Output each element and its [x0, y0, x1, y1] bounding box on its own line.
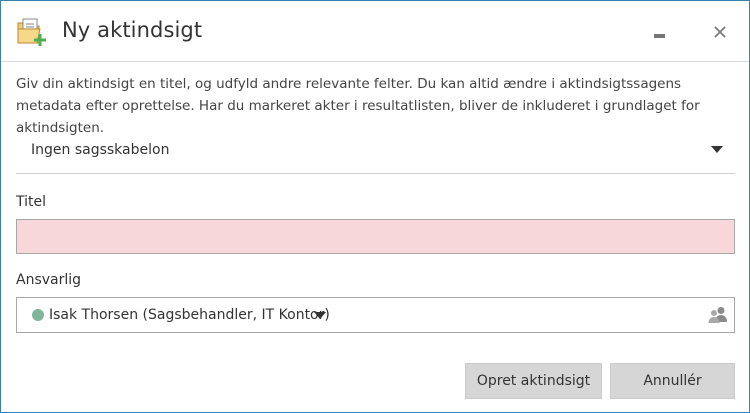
responsible-dropdown[interactable]: Isak Thorsen (Sagsbehandler, IT Kontor): [16, 297, 735, 333]
case-template-selected: Ingen sagsskabelon: [31, 142, 170, 158]
responsible-selected: Isak Thorsen (Sagsbehandler, IT Kontor): [49, 307, 330, 323]
chevron-down-icon[interactable]: [314, 312, 326, 319]
user-status-icon: [32, 309, 44, 321]
users-icon[interactable]: [708, 306, 728, 324]
create-access-request-button[interactable]: Opret aktindsigt: [465, 363, 602, 399]
minimize-button[interactable]: [645, 19, 673, 45]
case-template-dropdown[interactable]: Ingen sagsskabelon: [16, 125, 735, 174]
new-document-folder-icon: [17, 18, 46, 46]
title-label: Titel: [16, 194, 47, 210]
dialog-window: Ny aktindsigt Giv din aktindsigt en tite…: [0, 0, 750, 413]
dialog-title: Ny aktindsigt: [62, 18, 203, 42]
title-input[interactable]: [16, 219, 735, 254]
close-button[interactable]: [706, 19, 734, 45]
responsible-label: Ansvarlig: [16, 272, 82, 288]
minimize-icon: [653, 34, 665, 38]
title-bar: Ny aktindsigt: [1, 1, 749, 62]
close-icon: [714, 26, 726, 38]
cancel-button[interactable]: Annullér: [610, 363, 735, 399]
chevron-down-icon: [711, 146, 723, 153]
